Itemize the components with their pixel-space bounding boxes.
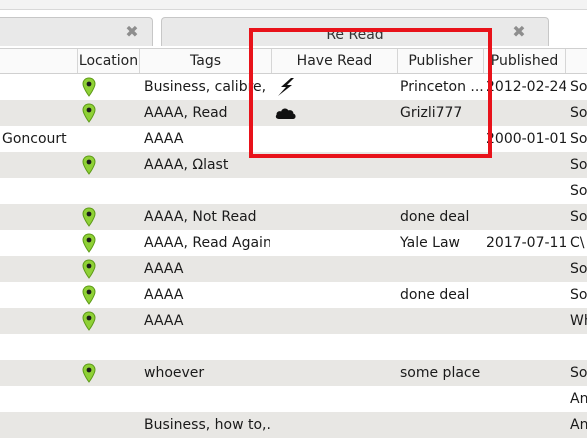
cell-extra: An [570,417,587,433]
cell-publisher [400,178,484,204]
cell-extra: So [570,209,587,225]
location-pin-icon [82,285,96,305]
cell-tags: AAAA [144,287,184,303]
cell-author [2,256,78,282]
table-row[interactable]: AAAA, Read Again Yale Law 2017-07-11 C\ [0,230,587,256]
tab-strip-top-border [0,0,587,10]
cell-author [2,412,78,438]
cell-published [486,204,566,230]
cell-published [486,360,566,386]
column-header-extra[interactable] [566,49,587,73]
table-row[interactable]: AAAA Wh [0,308,587,334]
cell-extra: Wh [570,313,587,329]
cell-publisher [400,256,484,282]
table-row[interactable]: An [0,386,587,412]
cell-author: Goncourt [2,131,67,147]
cell-published [486,178,566,204]
column-header-published[interactable]: Published [484,49,566,73]
table-row[interactable]: AAAA, Not Read done deal So [0,204,587,230]
location-pin-icon [82,259,96,279]
table-row[interactable]: whoever some place So [0,360,587,386]
cell-extra [570,334,587,360]
cell-author [2,334,78,360]
cell-author [2,100,78,126]
cell-extra: So [570,183,587,199]
cell-tags: AAAA, Not Read [144,209,257,225]
cell-author [2,178,78,204]
cell-extra: So [570,79,587,95]
location-pin-icon [82,363,96,383]
location-pin-icon [82,155,96,175]
cell-tags [144,334,270,360]
cell-extra: So [570,157,587,173]
table-row[interactable] [0,334,587,360]
cell-publisher [400,308,484,334]
table-row[interactable]: Business, how to,... An [0,412,587,438]
location-pin-icon [82,311,96,331]
cell-published [486,100,566,126]
cell-extra: So [570,261,587,277]
cell-published [486,308,566,334]
cell-extra: So [570,287,587,303]
cell-extra: So [570,105,587,121]
cell-published: 2012-02-24 [486,79,566,95]
cell-tags: Business, how to,... [144,417,270,433]
cell-published [486,412,566,438]
cell-extra: So [570,131,587,147]
cell-published [486,386,566,412]
cell-author [2,152,78,178]
cell-publisher [400,412,484,438]
cell-author [2,308,78,334]
cell-tags: AAAA [144,261,184,277]
close-x-icon[interactable]: ✖ [123,23,141,41]
cell-tags [144,178,270,204]
annotation-highlight-box [249,28,492,158]
cell-tags: AAAA, Read Again [144,235,270,251]
cell-publisher: done deal [400,287,470,303]
location-pin-icon [82,77,96,97]
location-pin-icon [82,103,96,123]
cell-extra: An [570,391,587,407]
cell-tags [144,386,270,412]
cell-tags: whoever [144,365,205,381]
cell-author [2,204,78,230]
cell-tags: AAAA [144,313,184,329]
cell-author [2,74,78,100]
cell-published: 2017-07-11 [486,235,566,251]
cell-published [486,256,566,282]
table-row[interactable]: AAAA So [0,256,587,282]
cell-published: 2000-01-01 [486,131,566,147]
tab-1[interactable]: ✖ [0,17,153,46]
cell-publisher: some place [400,365,481,381]
table-row[interactable]: So [0,178,587,204]
location-pin-icon [82,233,96,253]
cell-author [2,282,78,308]
cell-publisher [400,334,484,360]
table-row[interactable]: AAAA done deal So [0,282,587,308]
cell-extra: So [570,365,587,381]
cell-published [486,152,566,178]
cell-publisher: Yale Law [400,235,460,251]
column-header-author[interactable] [0,49,78,73]
location-pin-icon [82,207,96,227]
cell-published [486,334,566,360]
cell-extra: C\ [570,235,585,251]
cell-author [2,360,78,386]
column-header-location[interactable]: Location [78,49,140,73]
cell-publisher [400,386,484,412]
close-x-icon[interactable]: ✖ [510,23,528,41]
cell-published [486,282,566,308]
cell-author [2,230,78,256]
cell-author [2,386,78,412]
cell-publisher: done deal [400,209,470,225]
